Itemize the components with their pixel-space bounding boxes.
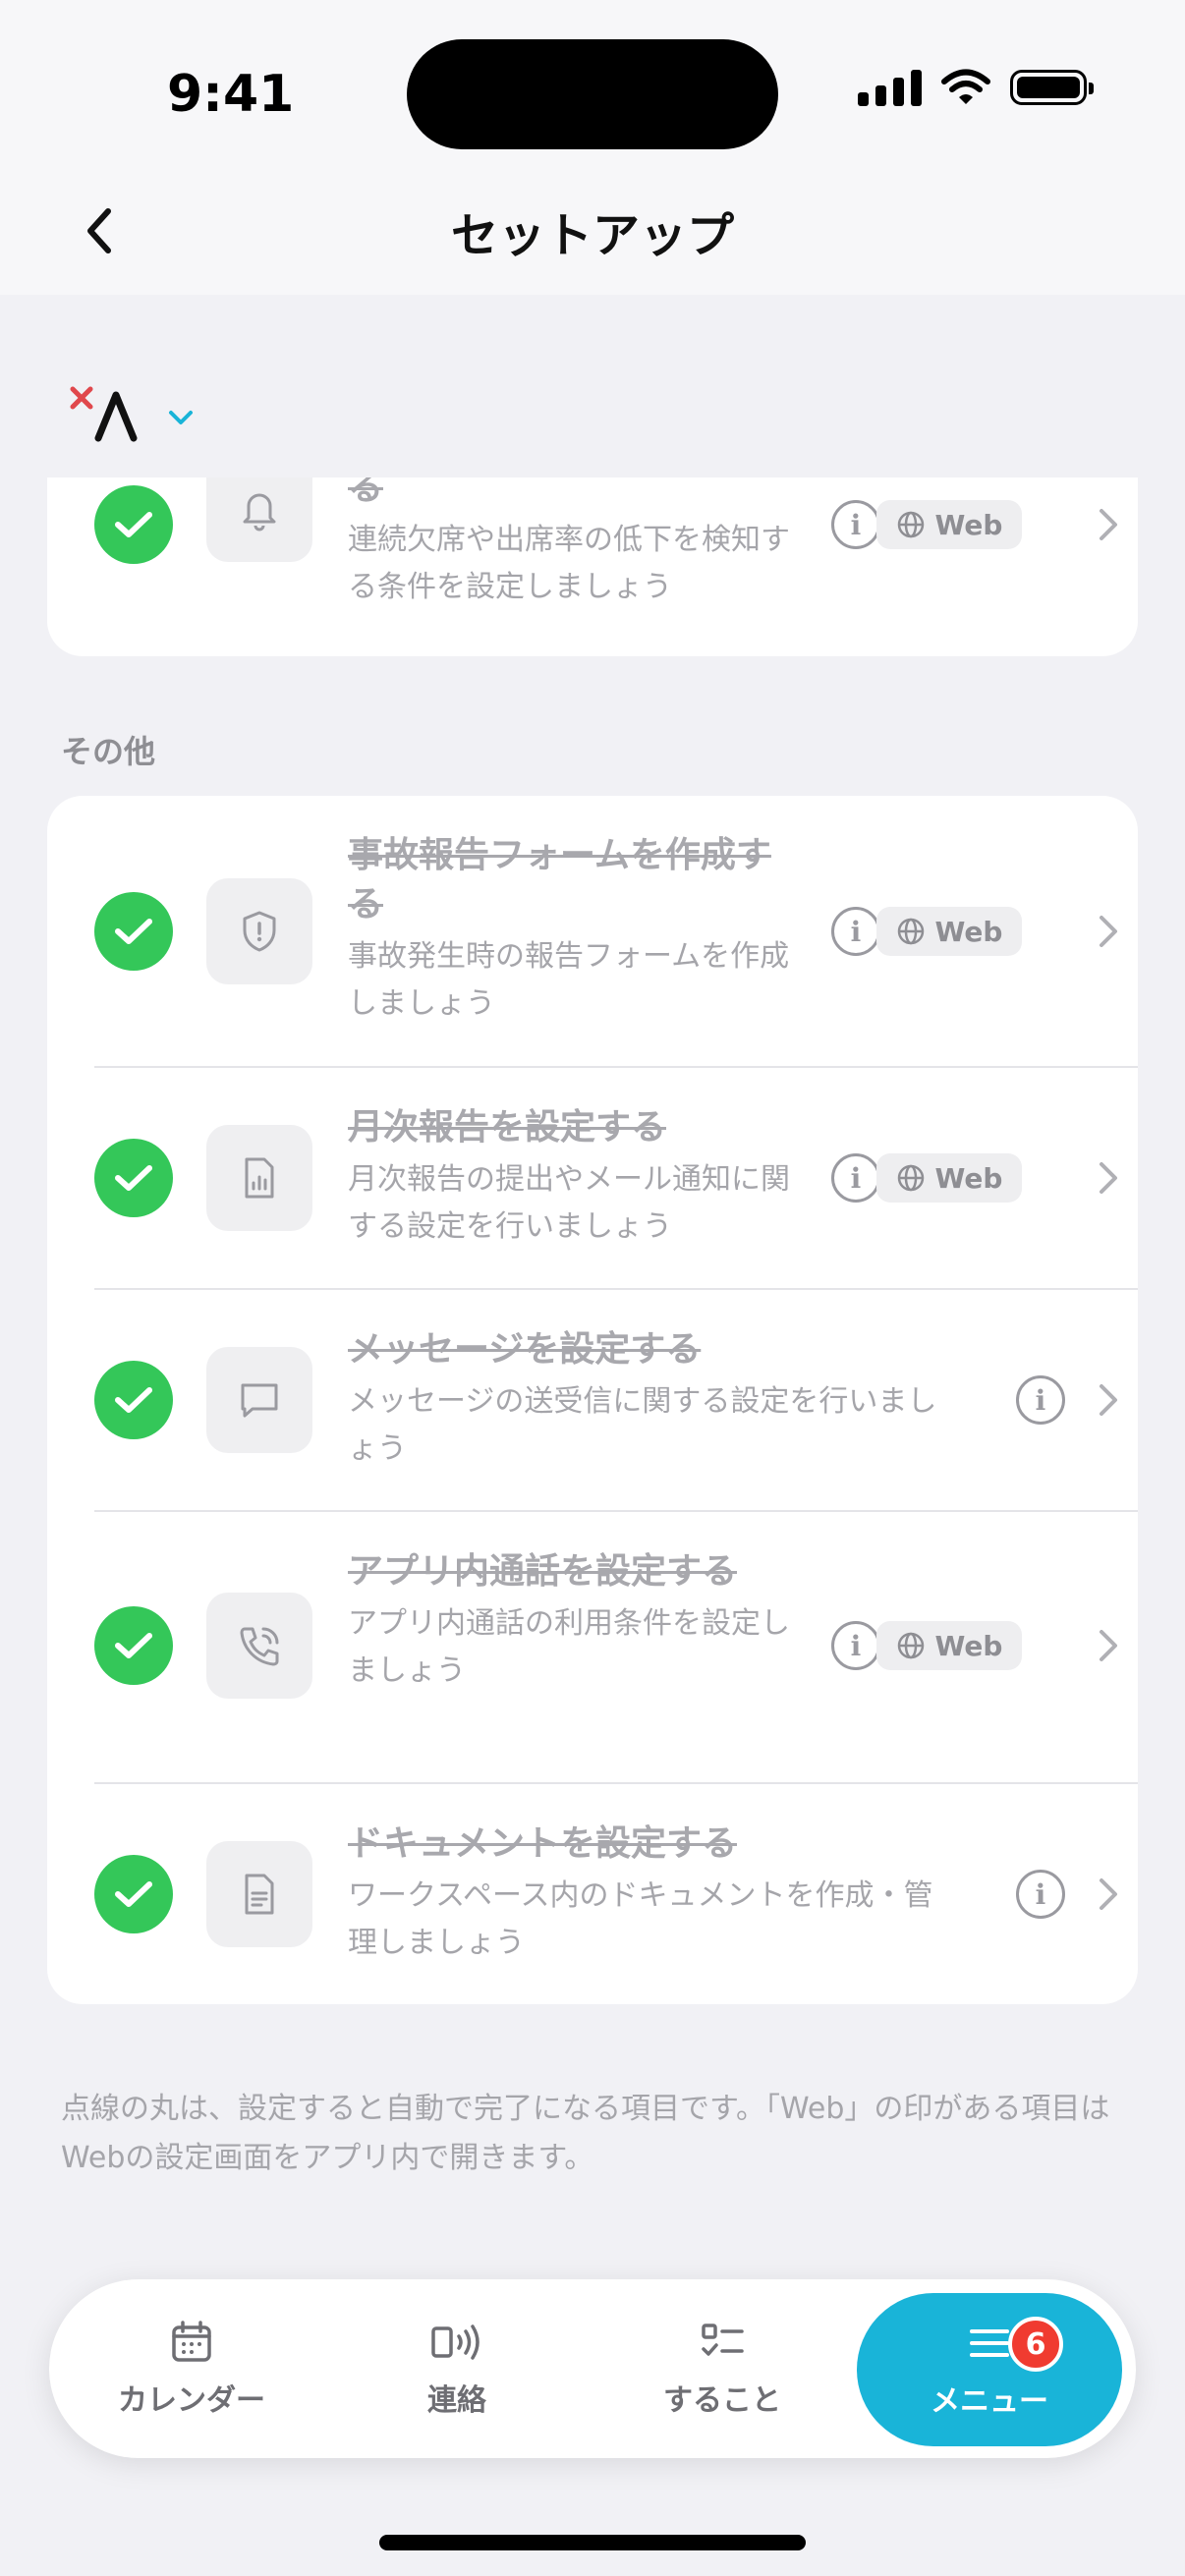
web-badge: Web <box>876 500 1022 549</box>
document-icon <box>206 1841 312 1947</box>
status-time: 9:41 <box>167 65 295 124</box>
setup-item-messages[interactable]: メッセージを設定する メッセージの送受信に関する設定を行いましょう i <box>47 1290 1138 1510</box>
completed-check-icon <box>94 485 173 564</box>
setup-item-description: 事故発生時の報告フォームを作成しましょう <box>348 939 790 1021</box>
tab-bar: カレンダー 連絡 すること メニュー 6 <box>49 2279 1136 2458</box>
page-title: セットアップ <box>450 208 734 263</box>
section-label-other: その他 <box>61 733 156 770</box>
chevron-right-icon <box>1100 1630 1117 1661</box>
setup-item-title: 事故報告フォームを作成する <box>348 835 771 924</box>
header-area: 9:41 セットアップ <box>0 0 1185 295</box>
chevron-right-icon <box>1100 509 1117 540</box>
chevron-right-icon <box>1100 1384 1117 1416</box>
setup-item-title: る <box>348 477 384 508</box>
setup-item-title: アプリ内通話を設定する <box>348 1551 738 1592</box>
completed-check-icon <box>94 1855 173 1933</box>
setup-item-absence-alert[interactable]: る 連続欠席や出席率の低下を検知する条件を設定しましょう i Web <box>47 477 1138 656</box>
checklist-icon <box>702 2324 744 2356</box>
setup-item-description: 月次報告の提出やメール通知に関する設定を行いましょう <box>348 1162 790 1244</box>
info-icon[interactable]: i <box>831 1153 880 1203</box>
web-badge: Web <box>876 907 1022 956</box>
status-icons <box>858 69 1094 106</box>
workspace-logo-switcher[interactable] <box>67 377 204 456</box>
globe-icon <box>897 511 924 538</box>
home-indicator <box>379 2535 806 2550</box>
battery-icon <box>1010 70 1094 105</box>
completed-check-icon <box>94 1361 173 1439</box>
broadcast-icon <box>431 2324 480 2360</box>
wifi-icon <box>941 69 990 104</box>
footnote: 点線の丸は、設定すると自動で完了になる項目です。「Web」の印がある項目はWeb… <box>61 2092 1110 2175</box>
completed-check-icon <box>94 892 173 971</box>
tab-contact[interactable]: 連絡 <box>324 2279 590 2458</box>
setup-item-description: 連続欠席や出席率の低下を検知する条件を設定しましょう <box>348 523 790 604</box>
phone-call-icon <box>206 1593 312 1699</box>
info-icon[interactable]: i <box>1016 1870 1065 1919</box>
chevron-right-icon <box>1100 916 1117 947</box>
setup-item-title: ドキュメントを設定する <box>348 1823 738 1864</box>
web-badge: Web <box>876 1621 1022 1670</box>
setup-item-incident-form[interactable]: 事故報告フォームを作成する 事故発生時の報告フォームを作成しましょう i Web <box>47 796 1138 1067</box>
tab-label: メニュー <box>931 2384 1048 2419</box>
tab-todo[interactable]: すること <box>590 2279 855 2458</box>
setup-item-title: 月次報告を設定する <box>348 1107 667 1148</box>
setup-card-other: 事故報告フォームを作成する 事故発生時の報告フォームを作成しましょう i Web… <box>47 796 1138 2004</box>
globe-icon <box>897 918 924 945</box>
tab-menu[interactable]: メニュー 6 <box>857 2293 1122 2446</box>
chevron-right-icon <box>1100 1878 1117 1910</box>
completed-check-icon <box>94 1606 173 1685</box>
cellular-signal-icon <box>858 69 922 106</box>
setup-card-top: る 連続欠席や出席率の低下を検知する条件を設定しましょう i Web <box>47 477 1138 656</box>
setup-item-in-app-call[interactable]: アプリ内通話を設定する アプリ内通話の利用条件を設定しましょう i Web <box>47 1512 1138 1783</box>
menu-icon <box>970 2329 1009 2357</box>
bell-icon <box>206 477 312 562</box>
setup-item-description: ワークスペース内のドキュメントを作成・管理しましょう <box>348 1878 933 1960</box>
tab-calendar[interactable]: カレンダー <box>59 2279 324 2458</box>
setup-item-description: メッセージの送受信に関する設定を行いましょう <box>348 1384 937 1466</box>
globe-icon <box>897 1164 924 1192</box>
setup-item-monthly-report[interactable]: 月次報告を設定する 月次報告の提出やメール通知に関する設定を行いましょう i W… <box>47 1068 1138 1288</box>
setup-item-documents[interactable]: ドキュメントを設定する ワークスペース内のドキュメントを作成・管理しましょう i <box>47 1784 1138 2004</box>
tab-label: カレンダー <box>118 2383 265 2418</box>
info-icon[interactable]: i <box>831 1621 880 1670</box>
chevron-right-icon <box>1100 1162 1117 1194</box>
info-icon[interactable]: i <box>831 907 880 956</box>
globe-icon <box>897 1632 924 1659</box>
message-bubble-icon <box>206 1347 312 1453</box>
report-chart-icon <box>206 1125 312 1231</box>
tab-label: すること <box>663 2383 781 2418</box>
shield-alert-icon <box>206 878 312 984</box>
info-icon[interactable]: i <box>1016 1375 1065 1425</box>
info-icon[interactable]: i <box>831 500 880 549</box>
setup-item-description: アプリ内通話の利用条件を設定しましょう <box>348 1606 790 1688</box>
completed-check-icon <box>94 1139 173 1217</box>
setup-item-title: メッセージを設定する <box>348 1329 702 1370</box>
dynamic-island <box>407 39 778 149</box>
notification-badge: 6 <box>1008 2317 1063 2372</box>
calendar-icon <box>172 2321 211 2362</box>
web-badge: Web <box>876 1153 1022 1203</box>
tab-label: 連絡 <box>427 2383 486 2418</box>
